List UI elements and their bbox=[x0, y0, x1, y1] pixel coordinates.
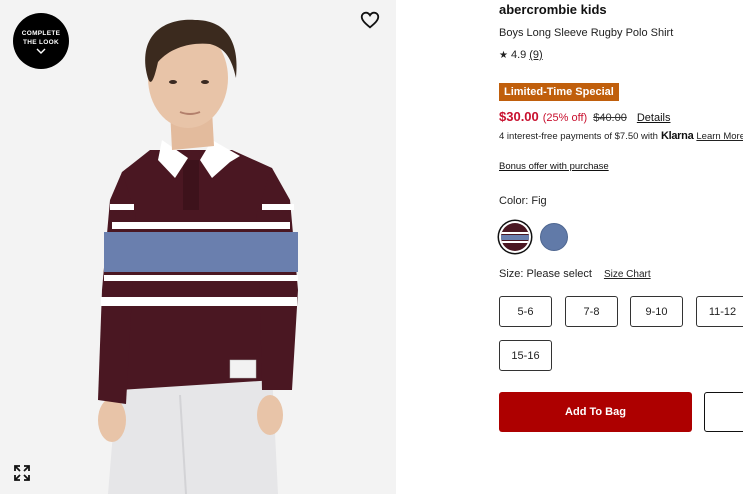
size-option-7-8[interactable]: 7-8 bbox=[565, 296, 618, 327]
brand-name[interactable]: abercrombie kids bbox=[499, 2, 607, 17]
complete-look-line2: THE LOOK bbox=[23, 39, 59, 46]
price-current: $30.00 bbox=[499, 109, 539, 124]
price-discount: (25% off) bbox=[542, 112, 588, 124]
klarna-learn-more-link[interactable]: Learn More bbox=[696, 131, 743, 142]
product-title: Boys Long Sleeve Rugby Polo Shirt bbox=[499, 27, 674, 39]
promo-badge: Limited-Time Special bbox=[499, 83, 619, 101]
size-chart-link[interactable]: Size Chart bbox=[604, 268, 651, 280]
chevron-down-icon bbox=[36, 48, 46, 54]
klarna-text: 4 interest-free payments of $7.50 with bbox=[499, 131, 658, 142]
size-option-11-12[interactable]: 11-12 bbox=[696, 296, 743, 327]
size-label: Size: Please select bbox=[499, 268, 592, 280]
rating-value: 4.9 bbox=[510, 49, 527, 61]
klarna-financing: 4 interest-free payments of $7.50 with K… bbox=[499, 130, 743, 142]
color-swatch-blue[interactable] bbox=[540, 223, 568, 251]
color-swatch-fig[interactable] bbox=[501, 223, 529, 251]
details-link[interactable]: Details bbox=[637, 112, 671, 124]
rating: ★ 4.9 (9) bbox=[499, 49, 543, 61]
complete-look-line1: COMPLETE bbox=[21, 30, 61, 37]
heart-icon[interactable] bbox=[359, 9, 381, 31]
size-option-9-10[interactable]: 9-10 bbox=[630, 296, 683, 327]
secondary-action-button[interactable] bbox=[704, 392, 743, 432]
size-option-5-6[interactable]: 5-6 bbox=[499, 296, 552, 327]
expand-icon[interactable] bbox=[13, 464, 31, 482]
product-image-panel: COMPLETE THE LOOK bbox=[0, 0, 396, 494]
product-details: abercrombie kids Boys Long Sleeve Rugby … bbox=[499, 0, 743, 494]
add-to-bag-button[interactable]: Add To Bag bbox=[499, 392, 692, 432]
color-label: Color: Fig bbox=[499, 195, 547, 207]
complete-the-look-button[interactable]: COMPLETE THE LOOK bbox=[13, 13, 69, 69]
product-photo bbox=[0, 0, 396, 494]
size-option-15-16[interactable]: 15-16 bbox=[499, 340, 552, 371]
price-original: $40.00 bbox=[593, 112, 627, 124]
bonus-offer-link[interactable]: Bonus offer with purchase bbox=[499, 161, 609, 172]
review-count-link[interactable]: (9) bbox=[529, 49, 542, 61]
klarna-logo: Klarna bbox=[660, 130, 694, 142]
star-icon: ★ bbox=[499, 49, 508, 61]
size-selector-header: Size: Please select Size Chart bbox=[499, 268, 651, 280]
price-row: $30.00 (25% off) $40.00 Details bbox=[499, 109, 670, 124]
